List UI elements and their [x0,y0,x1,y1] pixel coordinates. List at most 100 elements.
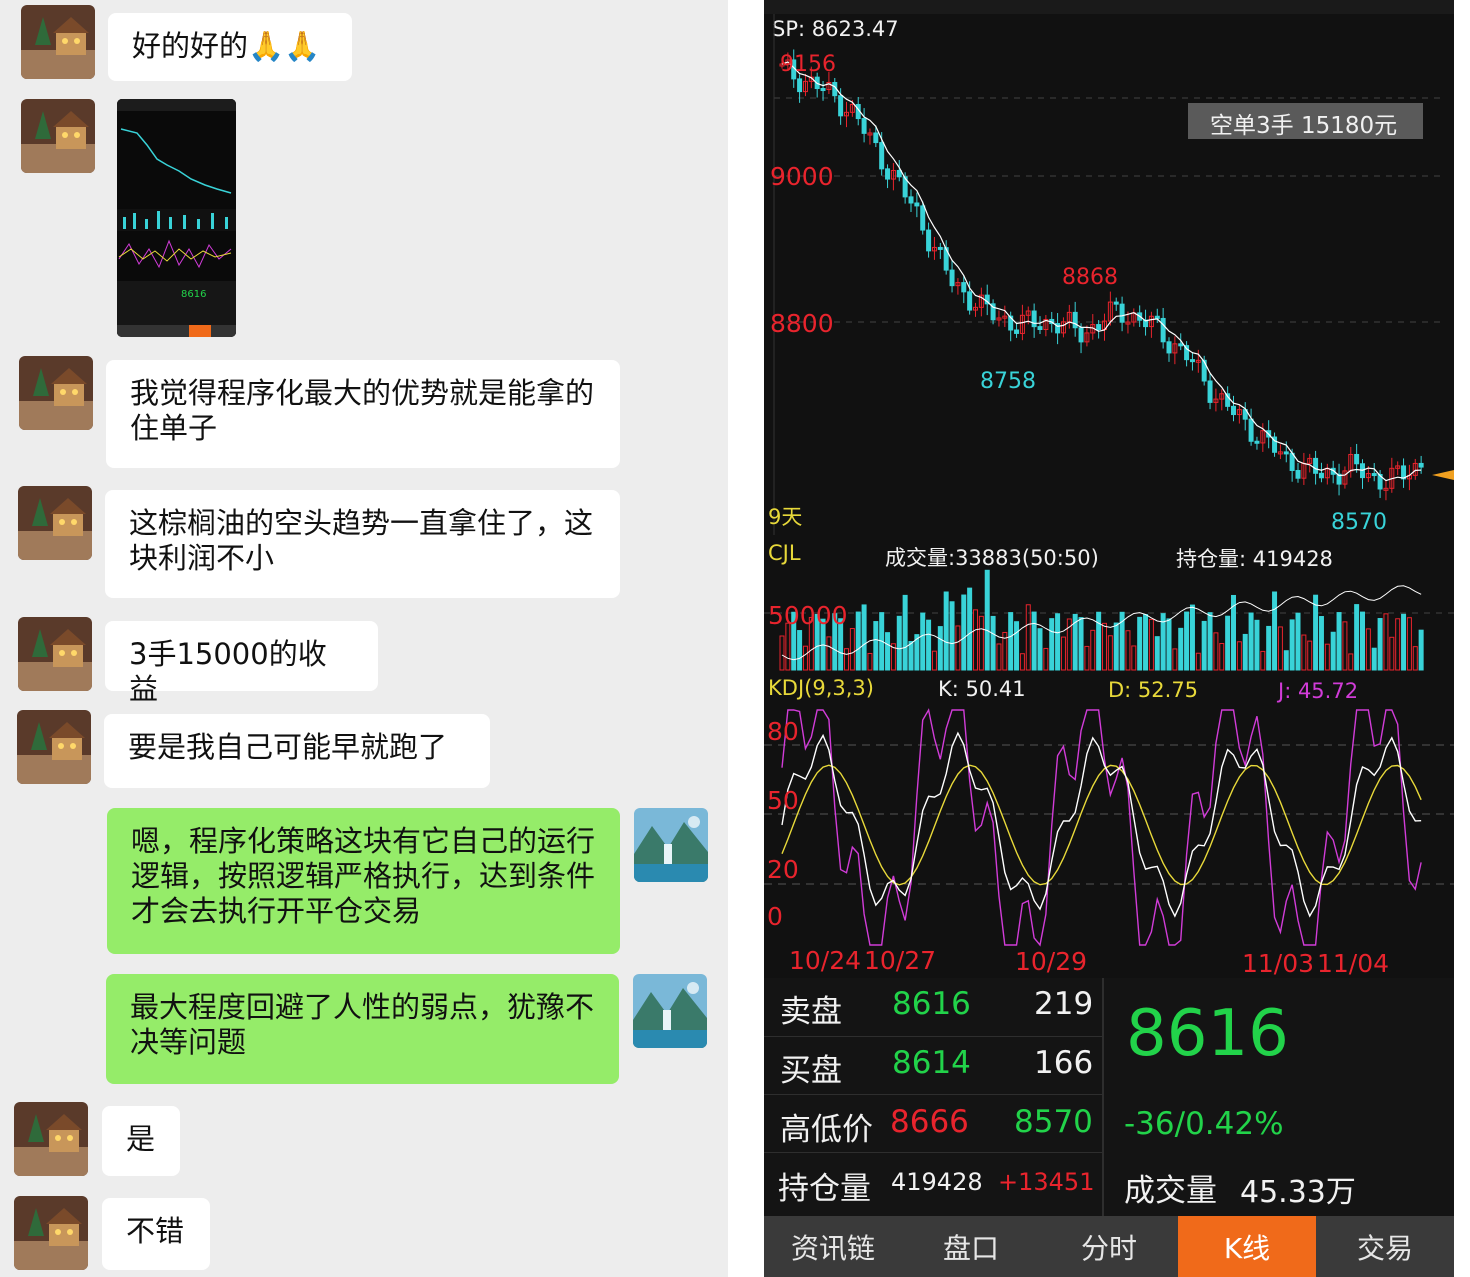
kdj-level-80: 80 [767,717,799,746]
tab-trade[interactable]: 交易 [1316,1216,1454,1277]
volume-bar [1260,650,1266,671]
volume-bar [1301,634,1307,671]
kdj-d-line [781,764,1422,886]
market-screenshot: SP: 8623.47 空单3手 15180元 9156 9000 8868 8… [764,0,1454,1277]
my-avatar[interactable] [634,808,708,882]
candle-body [1283,451,1289,455]
candle-body [1207,380,1213,403]
price-axis-9000: 9000 [770,162,834,191]
volume-label: 成交量 [1124,1173,1217,1209]
candle-body [1113,301,1119,305]
message-bubble[interactable]: 这棕榈油的空头趋势一直拿住了，这块利润不小 [105,490,620,598]
volume-bar [1313,594,1319,671]
volume-bar [1201,620,1207,671]
volume-bar [996,643,1002,671]
volume-bar [1342,621,1348,671]
open-interest-label: 持仓量 [778,1171,871,1207]
candle-body [873,132,879,144]
volume-bar [1096,611,1102,671]
volume-bar [1148,618,1154,671]
contact-avatar[interactable] [14,1196,88,1270]
candle-body [914,202,920,207]
date-label: 10/27 [864,946,937,975]
candle-body [937,246,943,250]
shared-screenshot-thumbnail[interactable]: 8616 [117,99,236,337]
my-message-bubble[interactable]: 嗯，程序化策略这块有它自己的运行逻辑，按照逻辑严格执行，达到条件才会去执行开平仓… [107,808,620,954]
volume-bar [1037,628,1043,671]
my-message-bubble[interactable]: 最大程度回避了人性的弱点，犹豫不决等问题 [106,974,619,1084]
volume-bar [908,641,914,671]
message-bubble[interactable]: 3手15000的收益 [105,621,378,706]
candle-body [797,78,803,93]
volume-bar [1172,648,1178,671]
sell-qty: 219 [1034,986,1094,1022]
kdj-chart [764,708,1454,947]
kdj-k-line [781,731,1422,918]
volume-bar [1090,629,1096,671]
date-label: 10/29 [1015,947,1088,976]
contact-avatar[interactable] [14,1102,88,1176]
volume-bar [844,648,849,671]
message-bubble[interactable]: 要是我自己可能早就跑了 [104,714,490,788]
volume-bar [1365,628,1371,671]
contact-avatar[interactable] [21,5,95,79]
volume-bar [1412,646,1418,671]
candle-body [1295,469,1301,479]
tab-info-chain[interactable]: 资讯链 [764,1216,902,1277]
contact-avatar[interactable] [21,99,95,173]
tab-order-book[interactable]: 盘口 [902,1216,1040,1277]
volume-bar [855,611,861,671]
candle-body [885,168,891,180]
sell-price: 8616 [892,986,971,1022]
candle-body [1418,462,1424,468]
message-bubble[interactable]: 是 [102,1106,180,1176]
volume-bar [931,650,937,671]
kdj-label: KDJ(9,3,3) [768,676,874,700]
candle-body [1119,303,1125,323]
volume-bar [1219,643,1225,671]
price-label-8758: 8758 [980,369,1036,394]
candle-body [908,196,914,204]
volume-bar [1295,612,1301,671]
candle-body [1031,310,1037,328]
tab-kline[interactable]: K线 [1178,1216,1316,1277]
volume-bar [920,612,926,671]
open-interest-change: +13451 [998,1168,1095,1196]
position-label: 空单3手 15180元 [1210,113,1398,139]
volume-bar [1283,650,1289,671]
volume-bar [1154,636,1160,671]
volume-bar [1395,618,1401,671]
contact-avatar[interactable] [18,486,92,560]
volume-bar [955,625,961,671]
contact-avatar[interactable] [19,356,93,430]
volume-bar [978,615,984,671]
message-bubble[interactable]: 不错 [102,1198,210,1270]
date-label: 11/04 [1317,949,1390,978]
price-change: -36/0.42% [1124,1106,1284,1142]
volume-bar [896,615,902,671]
date-label: 11/03 [1242,949,1315,978]
volume-bar [961,594,967,671]
volume-bar [1113,622,1119,671]
kdj-level-20: 20 [767,855,799,884]
my-avatar[interactable] [633,974,707,1048]
volume-bar [926,619,932,671]
volume-bar [1242,633,1248,671]
tab-intraday[interactable]: 分时 [1040,1216,1178,1277]
kdj-d: D: 52.75 [1108,678,1199,702]
candle-body [949,269,955,287]
volume-bar [1225,615,1231,671]
contact-avatar[interactable] [17,710,91,784]
message-bubble[interactable]: 我觉得程序化最大的优势就是能拿的住单子 [106,360,620,468]
volume-bar [1324,643,1330,671]
volume-bar [1019,653,1025,671]
message-bubble[interactable]: 好的好的🙏🙏 [108,13,352,81]
contact-avatar[interactable] [18,617,92,691]
candle-body [1354,453,1360,465]
volume-bar [849,628,855,671]
volume-bar [1254,619,1260,671]
volume-bar [1330,631,1336,671]
volume-bar [1277,626,1283,671]
low-price: 8570 [1014,1104,1093,1140]
volume-bar [1348,653,1354,671]
